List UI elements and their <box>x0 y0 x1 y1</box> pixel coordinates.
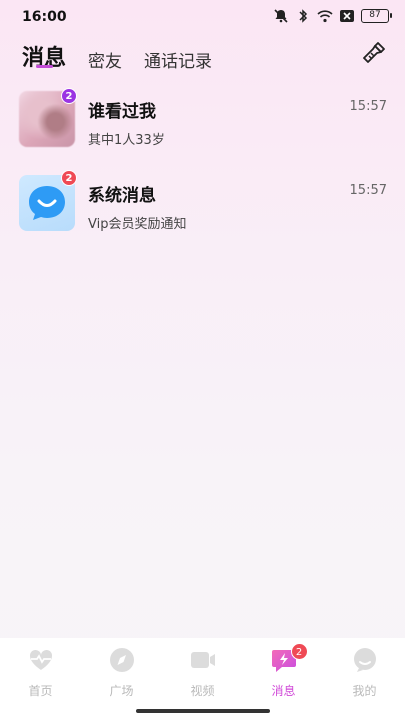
tab-call-history[interactable]: 通话记录 <box>144 47 212 72</box>
nav-label: 视频 <box>190 684 215 698</box>
active-tab-indicator <box>36 65 53 68</box>
battery-indicator: 87 <box>361 9 392 23</box>
compass-icon <box>109 648 134 672</box>
message-preview: Vip会员奖励通知 <box>88 217 187 232</box>
nav-profile[interactable]: 我的 <box>335 646 395 720</box>
unread-badge: 2 <box>61 170 77 186</box>
heart-pulse-icon <box>29 649 52 670</box>
sim-x-icon <box>340 10 354 22</box>
system-chat-icon <box>29 186 65 220</box>
home-indicator <box>136 709 270 713</box>
message-time: 15:57 <box>349 99 387 114</box>
profile-chat-icon <box>353 648 376 672</box>
message-preview: 其中1人33岁 <box>88 133 165 148</box>
list-item-who-viewed-me[interactable]: 2 谁看过我 其中1人33岁 15:57 <box>0 88 405 172</box>
mute-bell-icon <box>274 9 288 23</box>
nav-unread-badge: 2 <box>290 643 308 660</box>
message-list: 2 谁看过我 其中1人33岁 15:57 2 系统消息 Vip会员奖励通知 15… <box>0 88 405 256</box>
nav-label: 首页 <box>28 684 53 698</box>
message-title: 系统消息 <box>88 186 156 206</box>
message-time: 15:57 <box>349 183 387 198</box>
status-time: 16:00 <box>22 9 67 25</box>
video-camera-icon <box>190 652 215 668</box>
nav-home[interactable]: 首页 <box>11 646 71 720</box>
status-icons: 87 <box>273 9 392 23</box>
nav-label: 消息 <box>271 684 296 698</box>
nav-label: 我的 <box>352 684 377 698</box>
message-title: 谁看过我 <box>88 102 156 122</box>
bottom-nav: 首页 广场 视频 2 消息 我的 <box>0 638 405 720</box>
nav-label: 广场 <box>109 684 134 698</box>
bluetooth-icon <box>299 9 308 23</box>
wifi-icon <box>317 10 333 23</box>
unread-badge: 2 <box>61 88 77 104</box>
tab-close-friends[interactable]: 密友 <box>88 47 122 72</box>
status-bar: 16:00 87 <box>0 0 405 34</box>
broom-clear-icon[interactable] <box>361 40 387 66</box>
list-item-system-messages[interactable]: 2 系统消息 Vip会员奖励通知 15:57 <box>0 170 405 256</box>
